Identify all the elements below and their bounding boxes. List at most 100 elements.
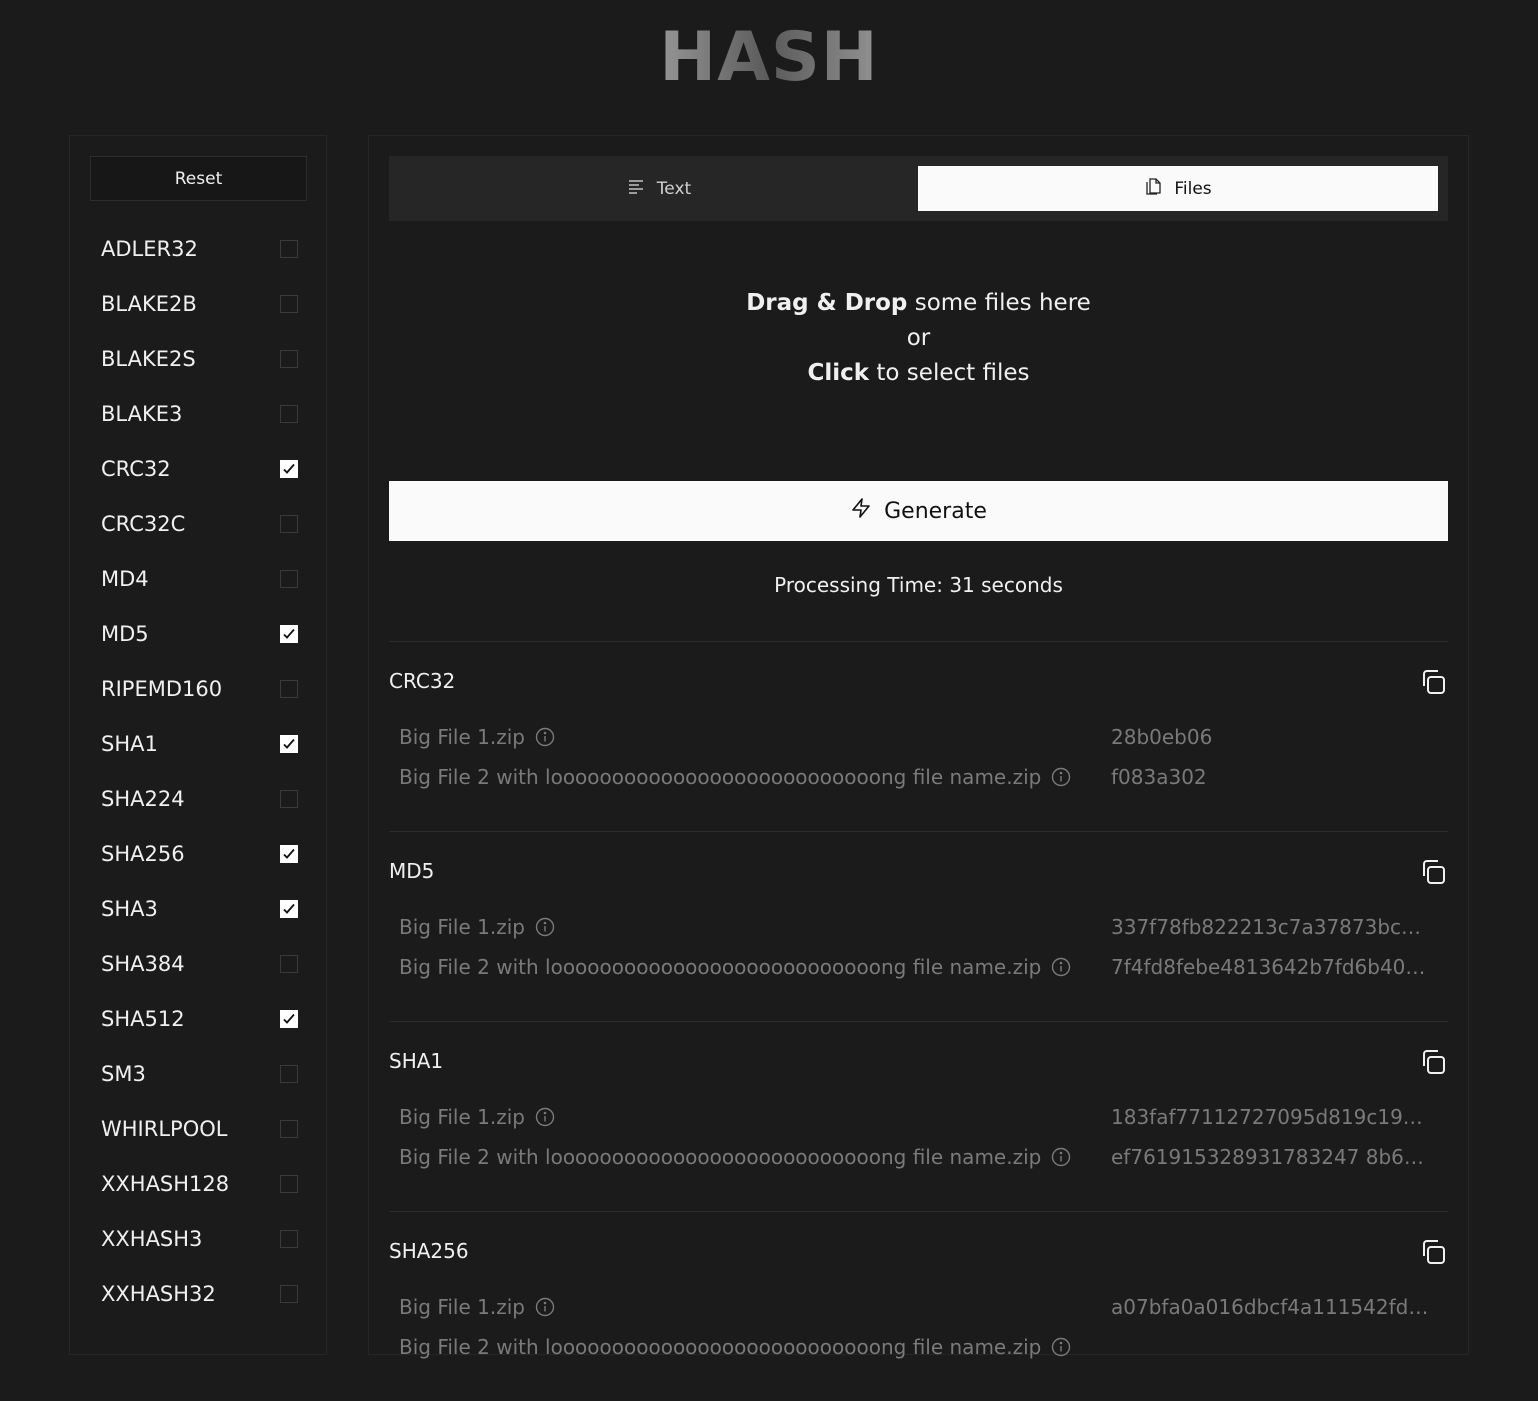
- hash-value: 337f78fb822213c7a37873bc8a6...: [1111, 915, 1431, 939]
- algorithm-checkbox[interactable]: [280, 954, 298, 973]
- results-list: CRC32 Big File 1.zip 28b0eb06 Big File 2 wi…: [389, 641, 1448, 1401]
- checkmark-icon: [283, 1013, 295, 1024]
- algorithm-checkbox[interactable]: [280, 1284, 298, 1303]
- result-row: Big File 1.zip 337f78fb822213c7a37873bc8a…: [399, 912, 1448, 942]
- algorithm-item-sha256[interactable]: SHA256: [70, 826, 328, 881]
- result-row: Big File 2 with looooooooooooooooooooooo…: [399, 952, 1448, 982]
- checkmark-icon: [283, 738, 295, 749]
- file-name-cell: Big File 1.zip: [399, 1105, 1111, 1129]
- copy-icon[interactable]: [1418, 857, 1448, 887]
- algorithm-label: BLAKE2S: [101, 346, 196, 371]
- generate-label: Generate: [884, 498, 987, 524]
- algorithm-item-sm3[interactable]: SM3: [70, 1046, 328, 1101]
- algorithm-item-sha224[interactable]: SHA224: [70, 771, 328, 826]
- tab-text[interactable]: Text: [399, 166, 919, 211]
- result-row: Big File 1.zip 183faf77112727095d819c1950…: [399, 1102, 1448, 1132]
- algorithm-checkbox[interactable]: [280, 679, 298, 698]
- algorithm-label: SHA224: [101, 786, 185, 811]
- result-sha256: SHA256 Big File 1.zip a07bfa0a016dbcf4a111…: [389, 1211, 1448, 1401]
- hash-value: a07bfa0a016dbcf4a111542fd330...: [1111, 1295, 1431, 1319]
- algorithm-item-blake3[interactable]: BLAKE3: [70, 386, 328, 441]
- info-icon[interactable]: [1051, 767, 1071, 787]
- algorithm-checkbox[interactable]: [280, 1174, 298, 1193]
- algorithm-checkbox[interactable]: [280, 624, 298, 643]
- algorithm-label: XXHASH32: [101, 1281, 216, 1306]
- algorithm-checkbox[interactable]: [280, 569, 298, 588]
- tab-files-label: Files: [1174, 178, 1212, 199]
- file-name: Big File 1.zip: [399, 1295, 525, 1319]
- algorithm-checkbox[interactable]: [280, 514, 298, 533]
- algorithm-checkbox[interactable]: [280, 294, 298, 313]
- hash-value: 7f4fd8febe4813642b7fd6b400...: [1111, 955, 1431, 979]
- file-name-cell: Big File 2 with looooooooooooooooooooooo…: [399, 1335, 1111, 1359]
- algorithm-item-sha384[interactable]: SHA384: [70, 936, 328, 991]
- algorithm-item-crc32[interactable]: CRC32: [70, 441, 328, 496]
- algorithm-item-whirlpool[interactable]: WHIRLPOOL: [70, 1101, 328, 1156]
- algorithm-item-blake2b[interactable]: BLAKE2B: [70, 276, 328, 331]
- algorithm-checkbox[interactable]: [280, 899, 298, 918]
- file-name: Big File 2 with looooooooooooooooooooooo…: [399, 1335, 1042, 1359]
- info-icon[interactable]: [535, 917, 555, 937]
- result-algorithm-title: MD5: [389, 859, 435, 883]
- algorithm-label: CRC32C: [101, 511, 186, 536]
- algorithm-item-xxhash3[interactable]: XXHASH3: [70, 1211, 328, 1266]
- algorithm-checkbox[interactable]: [280, 459, 298, 478]
- info-icon[interactable]: [535, 727, 555, 747]
- algorithm-checkbox[interactable]: [280, 349, 298, 368]
- app-logo: HASH: [0, 22, 1538, 94]
- algorithm-label: SHA384: [101, 951, 185, 976]
- algorithm-item-crc32c[interactable]: CRC32C: [70, 496, 328, 551]
- algorithm-checkbox[interactable]: [280, 844, 298, 863]
- algorithm-item-md4[interactable]: MD4: [70, 551, 328, 606]
- copy-icon[interactable]: [1418, 1237, 1448, 1267]
- algorithm-checkbox[interactable]: [280, 734, 298, 753]
- file-name: Big File 1.zip: [399, 915, 525, 939]
- algorithm-item-xxhash32[interactable]: XXHASH32: [70, 1266, 328, 1321]
- algorithm-label: XXHASH3: [101, 1226, 203, 1251]
- file-name: Big File 2 with looooooooooooooooooooooo…: [399, 955, 1042, 979]
- algorithm-list: ADLER32 BLAKE2B BLAKE2S BLAKE3 CRC32 CRC32C MD…: [70, 221, 328, 1321]
- algorithm-item-adler32[interactable]: ADLER32: [70, 221, 328, 276]
- info-icon[interactable]: [535, 1297, 555, 1317]
- file-name-cell: Big File 2 with looooooooooooooooooooooo…: [399, 765, 1111, 789]
- checkmark-icon: [283, 903, 295, 914]
- tab-files[interactable]: Files: [918, 166, 1438, 211]
- checkmark-icon: [283, 848, 295, 859]
- algorithm-checkbox[interactable]: [280, 1229, 298, 1248]
- info-icon[interactable]: [535, 1107, 555, 1127]
- copy-icon[interactable]: [1418, 667, 1448, 697]
- result-row: Big File 2 with looooooooooooooooooooooo…: [399, 762, 1448, 792]
- dropzone-click-text: Click: [807, 360, 870, 386]
- algorithm-checkbox[interactable]: [280, 1119, 298, 1138]
- algorithm-checkbox[interactable]: [280, 1009, 298, 1028]
- algorithm-checkbox[interactable]: [280, 1064, 298, 1083]
- result-sha1: SHA1 Big File 1.zip 183faf77112727095d819c…: [389, 1021, 1448, 1211]
- algorithm-item-md5[interactable]: MD5: [70, 606, 328, 661]
- algorithm-item-sha3[interactable]: SHA3: [70, 881, 328, 936]
- info-icon[interactable]: [1051, 957, 1071, 977]
- info-icon[interactable]: [1051, 1337, 1071, 1357]
- file-dropzone[interactable]: Drag & Drop some files here or Click to …: [389, 286, 1448, 391]
- algorithm-checkbox[interactable]: [280, 789, 298, 808]
- algorithm-item-sha512[interactable]: SHA512: [70, 991, 328, 1046]
- algorithm-checkbox[interactable]: [280, 404, 298, 423]
- algorithm-item-ripemd160[interactable]: RIPEMD160: [70, 661, 328, 716]
- algorithm-label: XXHASH128: [101, 1171, 230, 1196]
- result-crc32: CRC32 Big File 1.zip 28b0eb06 Big File 2 wi…: [389, 641, 1448, 831]
- algorithm-label: SHA512: [101, 1006, 185, 1031]
- result-md5: MD5 Big File 1.zip 337f78fb822213c7a37873b…: [389, 831, 1448, 1021]
- tab-text-label: Text: [656, 178, 692, 199]
- result-row: Big File 1.zip a07bfa0a016dbcf4a111542fd3…: [399, 1292, 1448, 1322]
- copy-icon[interactable]: [1418, 1047, 1448, 1077]
- algorithm-item-xxhash128[interactable]: XXHASH128: [70, 1156, 328, 1211]
- algorithm-item-sha1[interactable]: SHA1: [70, 716, 328, 771]
- file-name: Big File 1.zip: [399, 1105, 525, 1129]
- reset-button[interactable]: Reset: [90, 156, 307, 201]
- generate-button[interactable]: Generate: [389, 481, 1448, 541]
- hash-value: 28b0eb06: [1111, 725, 1213, 749]
- file-name-cell: Big File 2 with looooooooooooooooooooooo…: [399, 955, 1111, 979]
- algorithm-checkbox[interactable]: [280, 239, 298, 258]
- algorithm-item-blake2s[interactable]: BLAKE2S: [70, 331, 328, 386]
- info-icon[interactable]: [1051, 1147, 1071, 1167]
- dropzone-drag-text: Drag & Drop: [746, 290, 908, 316]
